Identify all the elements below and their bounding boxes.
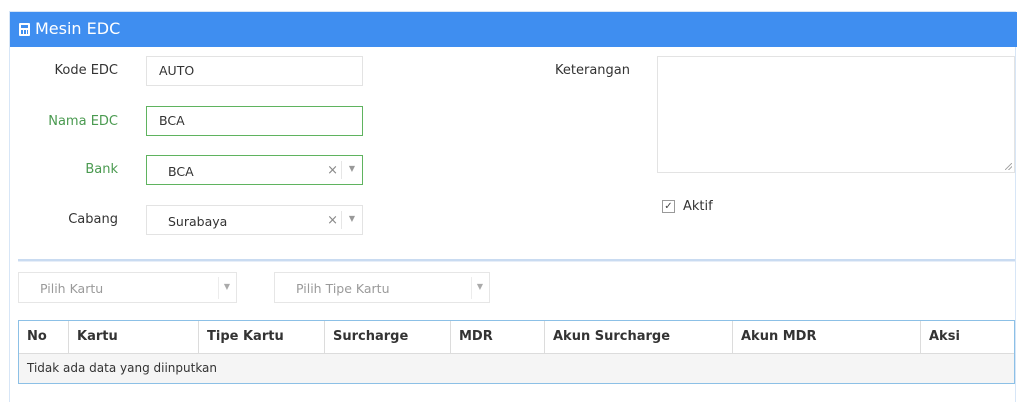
pilih-tipe-kartu-select[interactable]: Pilih Tipe Kartu ▼ <box>274 272 490 303</box>
select-separator <box>341 211 342 229</box>
column-header-akun-mdr: Akun MDR <box>733 321 921 353</box>
cabang-selected-value: Surabaya <box>168 214 228 229</box>
select-separator <box>218 277 219 299</box>
column-header-akun-surcharge: Akun Surcharge <box>545 321 733 353</box>
resize-handle-icon[interactable] <box>1005 163 1012 170</box>
calculator-icon <box>19 23 30 36</box>
kode-edc-label: Kode EDC <box>54 63 118 78</box>
keterangan-textarea[interactable] <box>657 56 1015 173</box>
cabang-label: Cabang <box>68 212 118 227</box>
panel-header: Mesin EDC <box>10 12 1017 47</box>
column-header-no: No <box>19 321 69 353</box>
chevron-down-icon[interactable]: ▼ <box>349 163 355 175</box>
column-header-surcharge: Surcharge <box>325 321 451 353</box>
chevron-down-icon[interactable]: ▼ <box>349 213 355 225</box>
aktif-checkbox[interactable]: ✓ <box>662 200 675 213</box>
table-header-row: No Kartu Tipe Kartu Surcharge MDR Akun S… <box>19 321 1014 354</box>
column-header-kartu: Kartu <box>69 321 199 353</box>
pilih-kartu-placeholder: Pilih Kartu <box>40 281 104 296</box>
pilih-kartu-select[interactable]: Pilih Kartu ▼ <box>18 272 237 303</box>
nama-edc-input[interactable]: BCA <box>146 106 363 136</box>
kode-edc-input[interactable]: AUTO <box>146 56 363 86</box>
keterangan-label: Keterangan <box>555 63 630 78</box>
bank-select[interactable]: BCA × ▼ <box>146 155 363 185</box>
cabang-select[interactable]: Surabaya × ▼ <box>146 205 363 235</box>
select-separator <box>471 277 472 299</box>
chevron-down-icon[interactable]: ▼ <box>224 281 230 293</box>
panel-title: Mesin EDC <box>35 19 121 38</box>
column-header-mdr: MDR <box>451 321 545 353</box>
aktif-label: Aktif <box>683 199 713 214</box>
select-separator <box>341 161 342 179</box>
bank-label: Bank <box>85 162 118 177</box>
clear-icon[interactable]: × <box>327 163 338 179</box>
clear-icon[interactable]: × <box>327 213 338 229</box>
chevron-down-icon[interactable]: ▼ <box>477 281 483 293</box>
column-header-aksi: Aksi <box>929 329 960 344</box>
pilih-tipe-kartu-placeholder: Pilih Tipe Kartu <box>296 281 390 296</box>
table-empty-message: Tidak ada data yang diinputkan <box>19 354 1014 383</box>
bank-selected-value: BCA <box>168 164 194 179</box>
section-divider-shadow <box>18 261 1015 262</box>
column-header-tipe-kartu: Tipe Kartu <box>199 321 325 353</box>
kartu-table: No Kartu Tipe Kartu Surcharge MDR Akun S… <box>18 320 1015 384</box>
nama-edc-label: Nama EDC <box>48 114 118 129</box>
